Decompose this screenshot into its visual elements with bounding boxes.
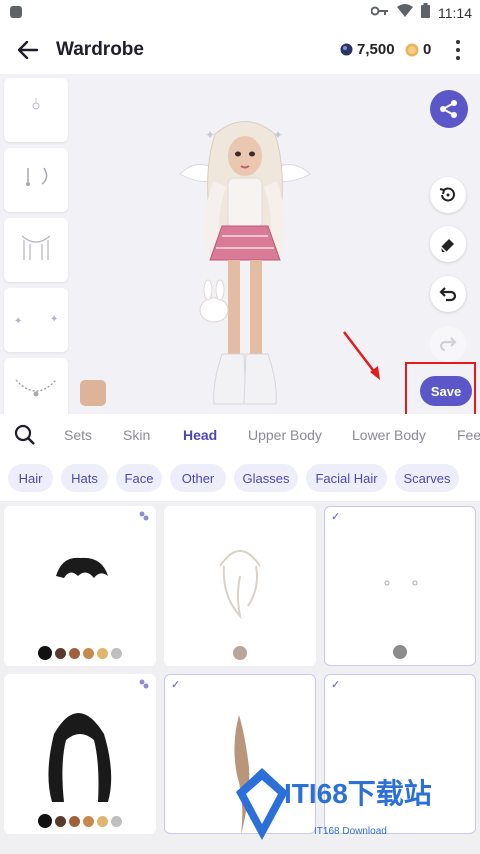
item-card[interactable]: [4, 506, 156, 666]
check-icon: ✓: [171, 679, 181, 691]
svg-text:✦: ✦: [205, 128, 215, 142]
check-icon: ✓: [331, 511, 341, 523]
avatar-preview: ✦ ✦ ✦ ✦ Save: [0, 74, 480, 414]
battery-icon: [421, 3, 430, 23]
status-bar: 11:14: [0, 0, 480, 26]
item-card-selected[interactable]: ✓: [324, 506, 476, 666]
equipped-item-thumb[interactable]: [4, 358, 68, 414]
status-time: 11:14: [438, 5, 472, 21]
chip-other[interactable]: Other: [170, 464, 226, 492]
equipped-item-thumb[interactable]: ✦ ✦: [4, 288, 68, 352]
equipped-items-strip: ✦ ✦: [4, 78, 68, 414]
color-variant-icon: [139, 679, 149, 689]
color-option[interactable]: [393, 645, 407, 659]
watermark-icon: [236, 768, 288, 840]
undo-button[interactable]: [430, 276, 466, 312]
color-options: [4, 814, 156, 828]
svg-text:✦: ✦: [273, 128, 283, 142]
eraser-icon: [440, 239, 454, 253]
coin-icon: [405, 43, 419, 56]
color-variant-icon: [139, 511, 149, 521]
skin-color-swatch[interactable]: [80, 380, 106, 406]
color-options: [164, 646, 316, 660]
chip-face[interactable]: Face: [116, 464, 162, 492]
tab-lower-body[interactable]: Lower Body: [352, 427, 426, 443]
arrow-left-icon: [18, 41, 38, 59]
tab-head[interactable]: Head: [183, 427, 217, 443]
color-option[interactable]: [83, 647, 94, 659]
history-icon: [439, 187, 455, 202]
color-option[interactable]: [97, 815, 108, 827]
equipped-item-thumb[interactable]: [4, 218, 68, 282]
search-icon[interactable]: [14, 424, 36, 446]
coins-amount: 0: [423, 41, 432, 58]
color-option[interactable]: [55, 647, 66, 659]
notification-icon: [10, 6, 22, 18]
color-option[interactable]: [111, 647, 122, 659]
avatar-figure: ✦ ✦: [179, 121, 311, 405]
chip-facial-hair[interactable]: Facial Hair: [306, 464, 387, 492]
app-bar: Wardrobe 7,500 0: [0, 26, 480, 74]
undo-icon: [439, 287, 457, 302]
tab-sets[interactable]: Sets: [64, 427, 92, 443]
save-button[interactable]: Save: [420, 376, 472, 406]
color-option[interactable]: [97, 647, 108, 659]
tab-upper-body[interactable]: Upper Body: [248, 427, 322, 443]
color-option[interactable]: [111, 815, 122, 827]
svg-text:✦: ✦: [14, 316, 22, 327]
watermark-subtext: IT168 Download: [314, 826, 387, 837]
more-options-button[interactable]: [448, 38, 468, 62]
color-option[interactable]: [233, 646, 247, 660]
earring-item-image: [384, 580, 418, 586]
watermark-text: ITI68下载站: [284, 778, 432, 809]
equipped-item-thumb[interactable]: [4, 148, 68, 212]
subcategory-chips: Hair Hats Face Other Glasses Facial Hair…: [0, 456, 480, 502]
chip-hair[interactable]: Hair: [8, 464, 53, 492]
color-option[interactable]: [38, 646, 52, 660]
gem-icon: [340, 43, 353, 56]
redo-button[interactable]: [430, 326, 466, 362]
item-card[interactable]: [4, 674, 156, 834]
gems-amount: 7,500: [357, 41, 395, 58]
hair-item-image: [56, 557, 108, 578]
redo-icon: [439, 337, 457, 352]
color-option[interactable]: [69, 647, 80, 659]
tab-skin[interactable]: Skin: [123, 427, 150, 443]
category-tabs: Sets Skin Head Upper Body Lower Body Fee: [0, 414, 480, 456]
color-options: [4, 646, 156, 660]
chip-scarves[interactable]: Scarves: [395, 464, 459, 492]
gems-balance[interactable]: 7,500: [340, 41, 395, 58]
item-card[interactable]: [164, 506, 316, 666]
svg-text:✦: ✦: [50, 314, 58, 325]
share-button[interactable]: [430, 90, 468, 128]
coins-balance[interactable]: 0: [405, 41, 431, 58]
hair-item-image: [48, 713, 112, 802]
share-icon: [440, 100, 457, 118]
color-option[interactable]: [38, 814, 52, 828]
tab-feet[interactable]: Fee: [457, 427, 480, 443]
color-option[interactable]: [83, 815, 94, 827]
eraser-button[interactable]: [430, 226, 466, 262]
color-options: [325, 645, 475, 659]
annotation-arrow: [343, 331, 380, 380]
wifi-icon: [397, 3, 413, 23]
color-option[interactable]: [69, 815, 80, 827]
hair-item-image: [219, 550, 261, 620]
key-icon: [370, 4, 389, 22]
back-button[interactable]: [14, 36, 42, 64]
check-icon: ✓: [331, 679, 341, 691]
chip-glasses[interactable]: Glasses: [234, 464, 298, 492]
watermark-logo: ITI68下载站 IT168 Download: [232, 764, 472, 844]
equipped-item-thumb[interactable]: [4, 78, 68, 142]
reset-button[interactable]: [430, 177, 466, 213]
color-option[interactable]: [55, 815, 66, 827]
chip-hats[interactable]: Hats: [61, 464, 108, 492]
page-title: Wardrobe: [56, 39, 144, 60]
